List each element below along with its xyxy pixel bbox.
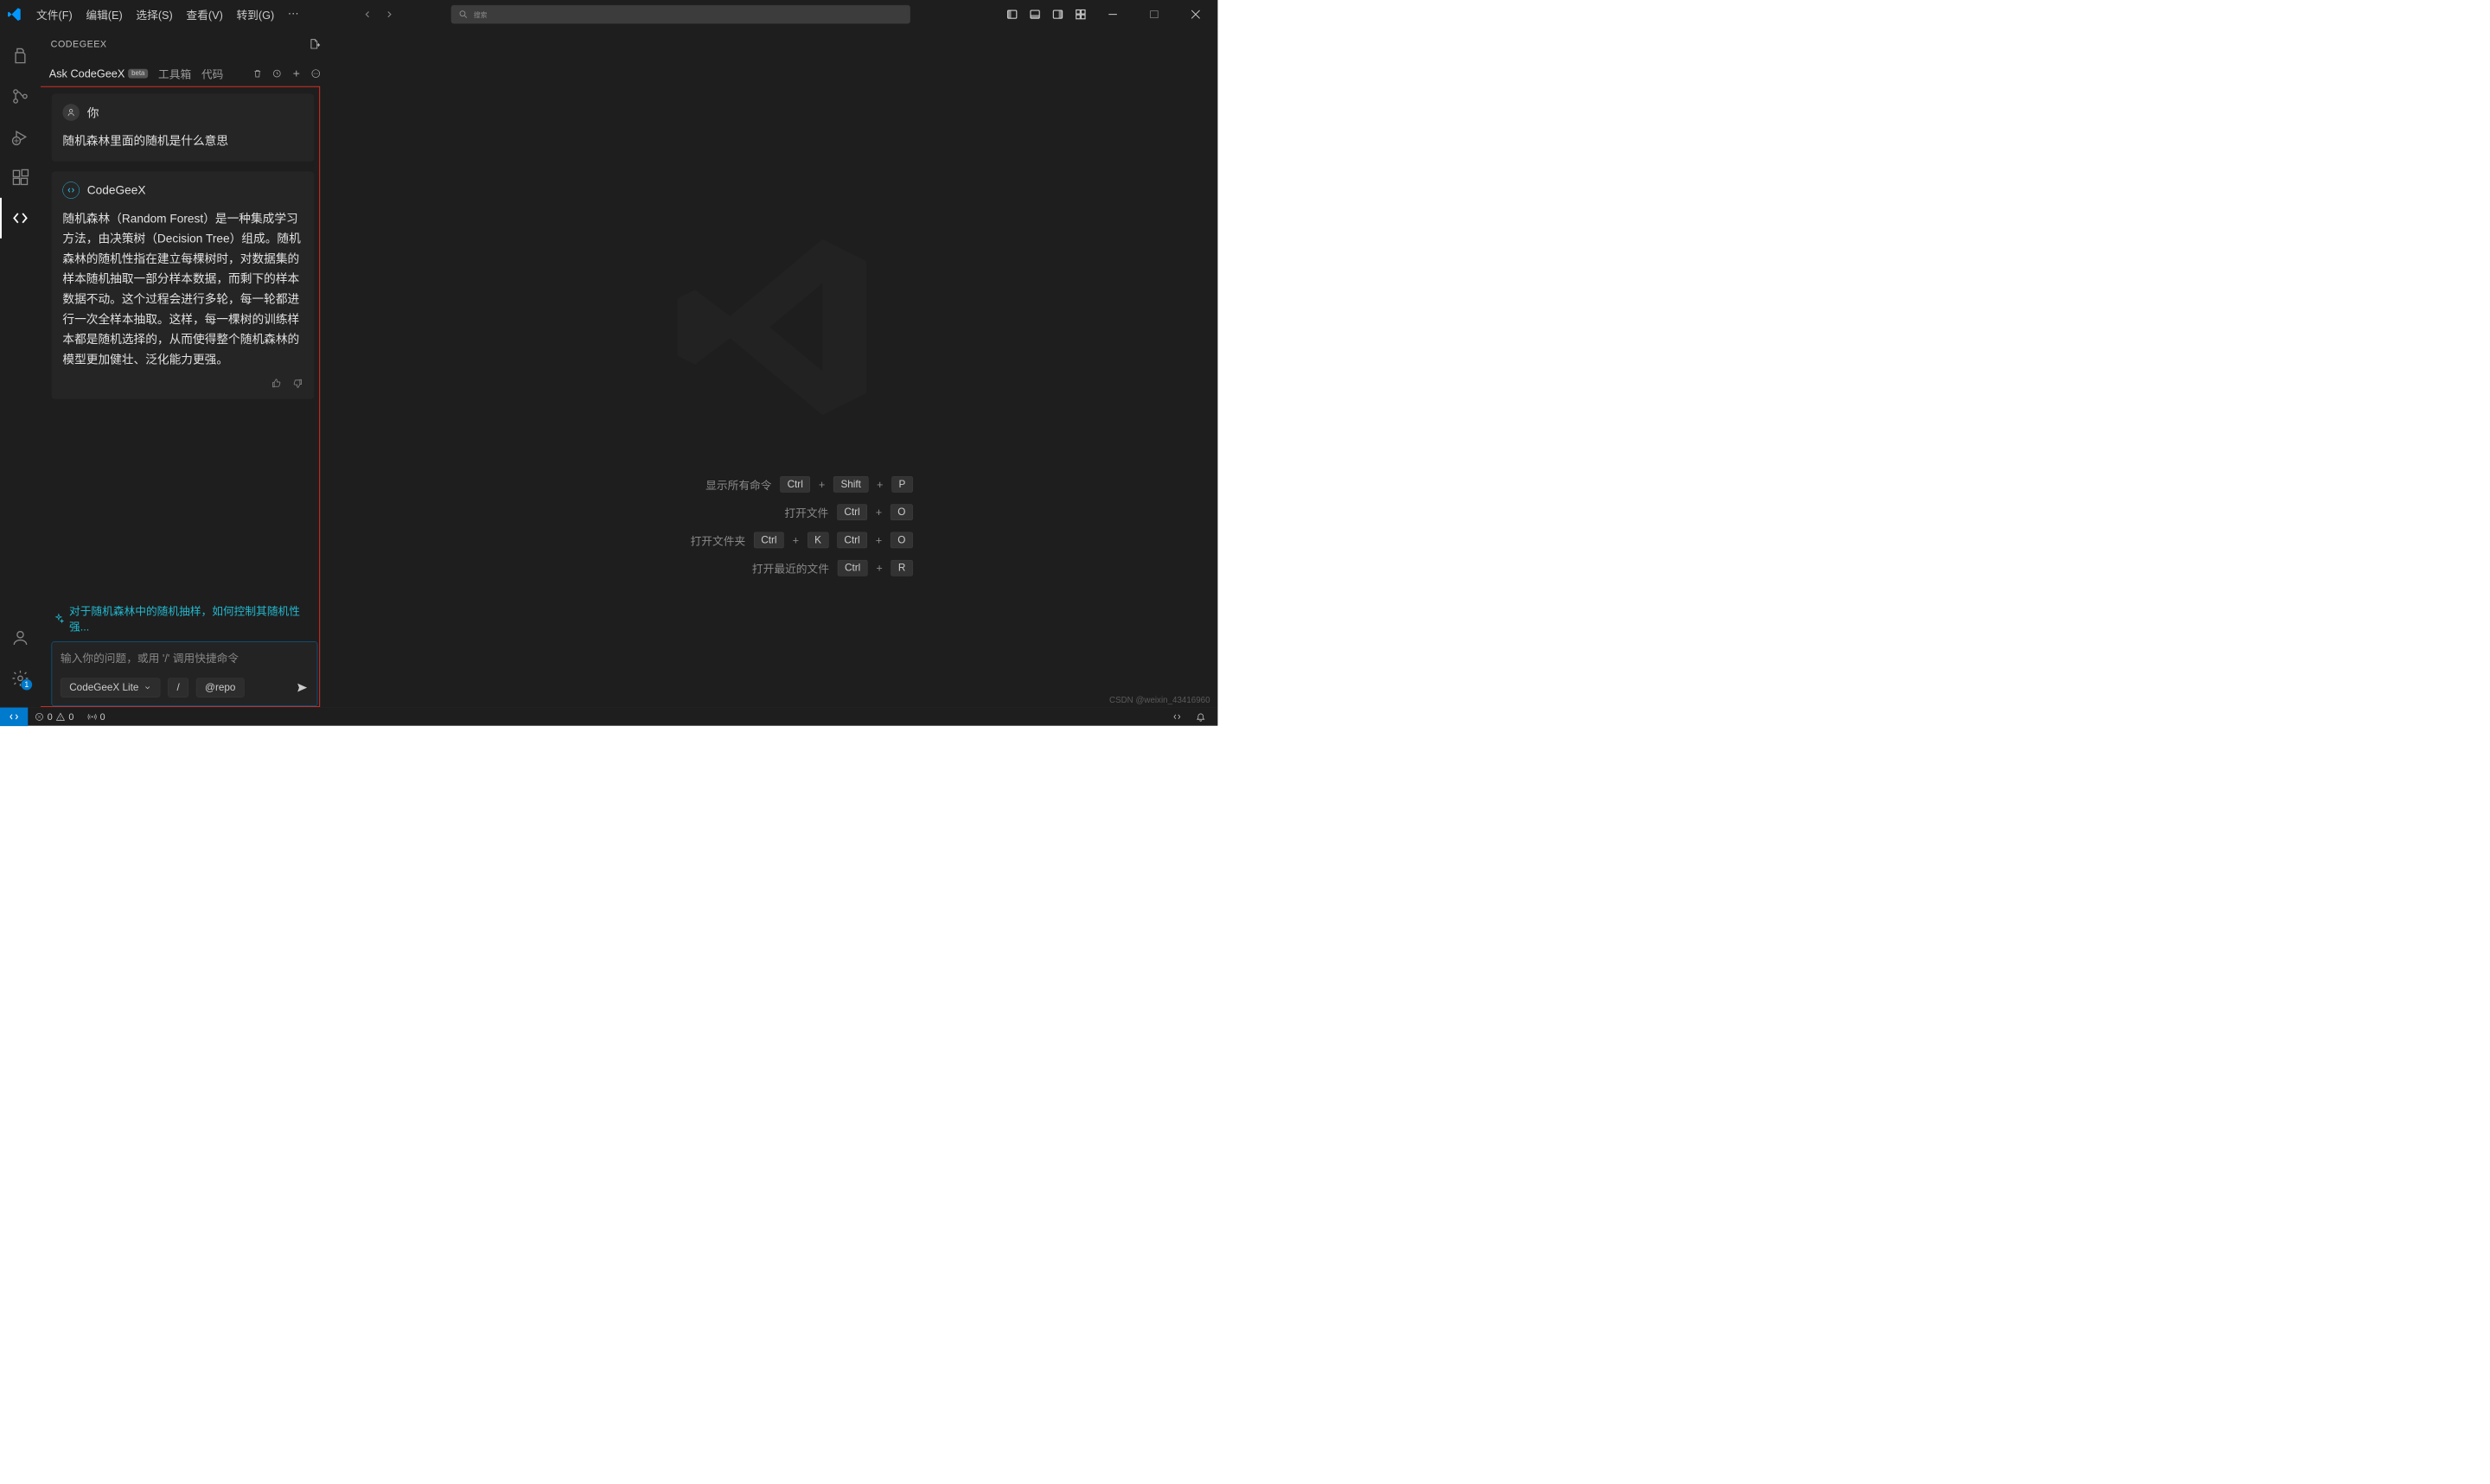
thumbs-up-icon[interactable]: [271, 378, 282, 389]
tab-tools[interactable]: 工具箱: [158, 66, 191, 81]
trash-icon[interactable]: [252, 67, 264, 80]
history-icon[interactable]: [271, 67, 283, 80]
panel-title: CODEGEEX: [51, 38, 107, 49]
menu-more-icon[interactable]: ···: [281, 7, 305, 22]
user-message-text: 随机森林里面的随机是什么意思: [62, 131, 303, 151]
suggestion-link[interactable]: 对于随机森林中的随机抽样，如何控制其随机性强...: [52, 596, 318, 642]
key-r: R: [891, 560, 913, 576]
shortcut-row: 显示所有命令Ctrl+Shift+P: [635, 476, 913, 493]
key-ctrl: Ctrl: [838, 560, 868, 576]
window-close-icon[interactable]: [1176, 2, 1215, 26]
repo-chip[interactable]: @repo: [196, 678, 245, 697]
shortcut-row: 打开文件夹Ctrl+KCtrl+O: [635, 532, 913, 549]
command-center-search[interactable]: 搜索: [451, 5, 910, 24]
menu-view[interactable]: 查看(V): [180, 7, 230, 22]
broadcast-icon: [87, 712, 97, 722]
warnings-count: 0: [68, 711, 73, 723]
bot-avatar-icon: [62, 182, 80, 199]
status-problems[interactable]: 0 0: [28, 711, 80, 723]
status-codegeex-icon[interactable]: [1165, 711, 1189, 722]
activity-extensions-icon[interactable]: [0, 157, 41, 198]
activity-bar: 1: [0, 29, 41, 707]
shortcut-row: 打开最近的文件Ctrl+R: [635, 560, 913, 576]
plus-icon[interactable]: [290, 67, 303, 80]
slash-command-chip[interactable]: /: [168, 678, 188, 697]
vscode-watermark-icon: [664, 217, 884, 436]
csdn-watermark: CSDN @weixin_43416960: [1109, 696, 1210, 705]
status-ports[interactable]: 0: [80, 711, 112, 723]
sparkle-icon: [54, 613, 64, 624]
remote-indicator-icon[interactable]: [0, 707, 28, 726]
chat-input[interactable]: 输入你的问题，或用 '/' 调用快捷命令: [52, 642, 317, 673]
codegeex-sidebar: CODEGEEX Ask CodeGeeX beta 工具箱 代码: [41, 29, 330, 707]
user-name-label: 你: [87, 104, 99, 121]
thumbs-down-icon[interactable]: [292, 378, 303, 389]
model-selector[interactable]: CodeGeeX Lite: [61, 678, 160, 697]
activity-codegeex-icon[interactable]: [0, 198, 41, 239]
menu-edit[interactable]: 编辑(E): [80, 7, 130, 22]
tab-code[interactable]: 代码: [201, 66, 223, 81]
tab-ask-label: Ask CodeGeeX: [49, 67, 125, 80]
key-p: P: [891, 476, 912, 493]
shortcut-label: 打开文件: [718, 505, 828, 520]
activity-debug-icon[interactable]: [0, 117, 41, 157]
layout-secondary-side-icon[interactable]: [1048, 4, 1068, 24]
bot-message-text: 随机森林（Random Forest）是一种集成学习方法，由决策树（Decisi…: [62, 208, 303, 369]
shortcut-label: 打开文件夹: [635, 532, 745, 548]
customize-layout-icon[interactable]: [1070, 4, 1090, 24]
error-icon: [35, 712, 44, 722]
titlebar: 文件(F) 编辑(E) 选择(S) 查看(V) 转到(G) ··· 搜索: [0, 0, 1217, 29]
menu-select[interactable]: 选择(S): [130, 7, 180, 22]
suggestion-text: 对于随机森林中的随机抽样，如何控制其随机性强...: [69, 602, 316, 634]
tab-ask[interactable]: Ask CodeGeeX beta: [49, 67, 149, 80]
chevron-down-icon: [144, 684, 151, 691]
search-placeholder: 搜索: [474, 10, 488, 20]
editor-empty-state: 显示所有命令Ctrl+Shift+P打开文件Ctrl+O打开文件夹Ctrl+KC…: [330, 29, 1217, 707]
activity-explorer-icon[interactable]: [0, 35, 41, 76]
bot-name-label: CodeGeeX: [87, 183, 146, 197]
key-ctrl: Ctrl: [754, 532, 784, 549]
chat-message-bot: CodeGeeX 随机森林（Random Forest）是一种集成学习方法，由决…: [52, 171, 315, 398]
layout-panel-icon[interactable]: [1025, 4, 1044, 24]
warning-icon: [56, 712, 66, 722]
vscode-logo-icon: [0, 7, 29, 22]
nav-back-icon[interactable]: [360, 7, 375, 22]
tab-ask-badge: beta: [128, 69, 148, 79]
window-maximize-icon[interactable]: [1134, 2, 1173, 26]
search-icon: [458, 10, 469, 20]
window-minimize-icon[interactable]: [1094, 2, 1133, 26]
layout-primary-side-icon[interactable]: [1002, 4, 1022, 24]
welcome-shortcuts: 显示所有命令Ctrl+Shift+P打开文件Ctrl+O打开文件夹Ctrl+KC…: [635, 476, 913, 576]
send-icon[interactable]: [296, 681, 309, 694]
shortcut-row: 打开文件Ctrl+O: [635, 505, 913, 521]
activity-settings-icon[interactable]: 1: [0, 658, 41, 698]
menu-file[interactable]: 文件(F): [29, 7, 79, 22]
chat-message-user: 你 随机森林里面的随机是什么意思: [52, 94, 315, 162]
model-selector-label: CodeGeeX Lite: [69, 682, 138, 694]
key-ctrl: Ctrl: [837, 505, 867, 521]
new-file-icon[interactable]: [308, 38, 320, 50]
status-bell-icon[interactable]: [1189, 711, 1212, 722]
chat-highlight-box: 你 随机森林里面的随机是什么意思 CodeGeeX 随机森林（Random Fo…: [29, 86, 320, 707]
chat-input-card: 输入你的问题，或用 '/' 调用快捷命令 CodeGeeX Lite / @re…: [52, 641, 318, 706]
key-shift: Shift: [833, 476, 868, 493]
user-avatar-icon: [62, 104, 80, 121]
ports-count: 0: [100, 711, 105, 723]
menu-bar: 文件(F) 编辑(E) 选择(S) 查看(V) 转到(G) ···: [29, 7, 305, 22]
status-bar: 0 0 0: [0, 707, 1217, 726]
more-icon[interactable]: [310, 67, 322, 80]
key-k: K: [808, 532, 828, 549]
activity-account-icon[interactable]: [0, 617, 41, 658]
settings-badge: 1: [21, 679, 32, 691]
key-o: O: [891, 505, 913, 521]
shortcut-label: 打开最近的文件: [719, 560, 829, 576]
activity-scm-icon[interactable]: [0, 76, 41, 117]
menu-go[interactable]: 转到(G): [230, 7, 281, 22]
errors-count: 0: [48, 711, 53, 723]
key-ctrl: Ctrl: [780, 476, 810, 493]
key-o: O: [891, 532, 913, 549]
key-ctrl: Ctrl: [837, 532, 867, 549]
shortcut-label: 显示所有命令: [661, 476, 771, 492]
nav-forward-icon[interactable]: [382, 7, 398, 22]
